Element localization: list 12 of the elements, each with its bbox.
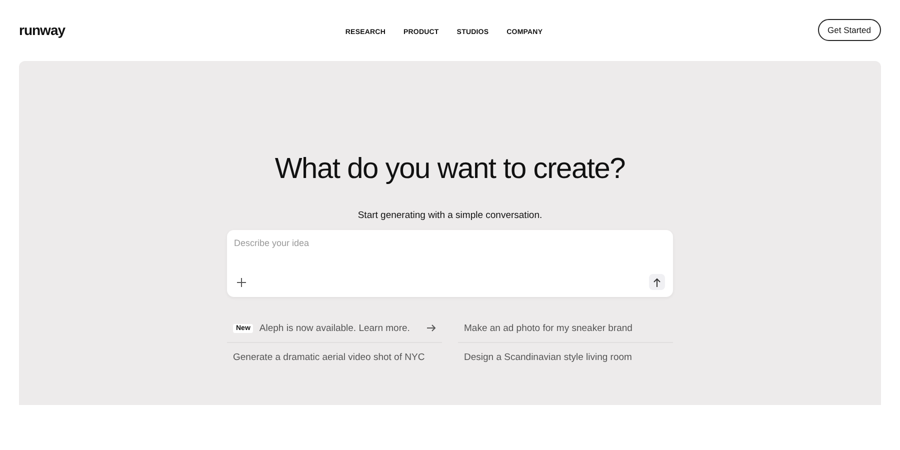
- hero-subtitle: Start generating with a simple conversation.: [358, 210, 542, 221]
- send-button[interactable]: [649, 274, 665, 290]
- get-started-button[interactable]: Get Started: [818, 19, 881, 41]
- logo[interactable]: runway: [19, 22, 66, 38]
- hero-title: What do you want to create?: [274, 153, 626, 186]
- suggestion-link[interactable]: Make an ad photo for my sneaker brand: [458, 314, 673, 343]
- arrow-up-icon: [653, 278, 661, 286]
- arrow-right-icon: [427, 324, 436, 332]
- suggestion-link[interactable]: Generate a dramatic aerial video shot of NYC: [227, 343, 442, 371]
- plus-icon[interactable]: [237, 278, 246, 286]
- suggestion-link[interactable]: Design a Scandinavian style living room: [458, 343, 673, 371]
- prompt-field[interactable]: Describe your idea: [234, 238, 665, 248]
